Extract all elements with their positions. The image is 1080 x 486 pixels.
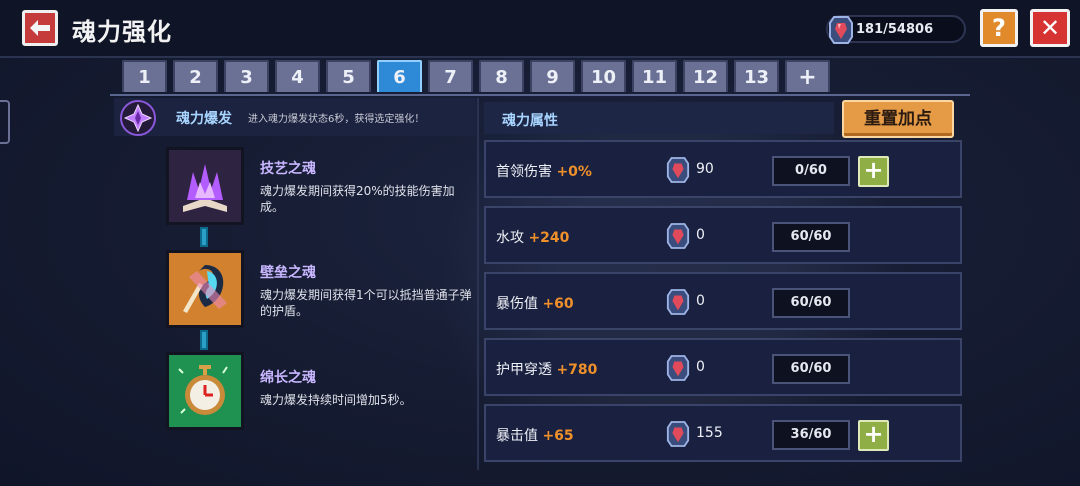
tab-7[interactable]: 7 bbox=[428, 60, 473, 92]
soul-gem-icon bbox=[666, 421, 690, 447]
attribute-name: 首领伤害 bbox=[496, 164, 552, 180]
tab-11[interactable]: 11 bbox=[632, 60, 677, 92]
attribute-name: 暴伤值 bbox=[496, 296, 538, 312]
endurance-soul-icon[interactable] bbox=[166, 352, 244, 430]
attribute-row-crit-rate: 暴击值 +65 155 36/60 + bbox=[484, 404, 962, 462]
soul-gem-icon bbox=[666, 157, 690, 183]
soul-burst-header: 魂力爆发 进入魂力爆发状态6秒，获得选定强化！ bbox=[114, 98, 476, 136]
help-button[interactable]: ? bbox=[980, 9, 1018, 47]
endurance-soul-name: 绵长之魂 bbox=[260, 370, 316, 386]
tab-2[interactable]: 2 bbox=[173, 60, 218, 92]
upgrade-cost: 90 bbox=[696, 161, 714, 177]
tab-13[interactable]: 13 bbox=[734, 60, 779, 92]
back-button[interactable] bbox=[22, 10, 58, 46]
upgrade-cost: 0 bbox=[696, 293, 705, 309]
attribute-level: 0/60 bbox=[772, 156, 850, 186]
attribute-name-wrapper: 护甲穿透 +780 bbox=[496, 359, 597, 379]
tab-8[interactable]: 8 bbox=[479, 60, 524, 92]
attribute-bonus: +240 bbox=[528, 230, 570, 246]
skill-soul-icon[interactable] bbox=[166, 147, 244, 225]
add-point-button[interactable]: + bbox=[858, 156, 889, 187]
attribute-name-wrapper: 暴击值 +65 bbox=[496, 425, 574, 445]
attribute-level: 36/60 bbox=[772, 420, 850, 450]
attribute-bonus: +60 bbox=[542, 296, 574, 312]
attribute-row-armor-penetration: 护甲穿透 +780 0 60/60 bbox=[484, 338, 962, 396]
tab-5[interactable]: 5 bbox=[326, 60, 371, 92]
soul-gem-icon bbox=[666, 355, 690, 381]
close-button[interactable]: ✕ bbox=[1030, 9, 1070, 47]
skill-soul-name: 技艺之魂 bbox=[260, 161, 316, 177]
soul-gem-icon bbox=[829, 16, 853, 44]
soul-burst-title: 魂力爆发 bbox=[176, 111, 232, 127]
attribute-name-wrapper: 水攻 +240 bbox=[496, 227, 569, 247]
soul-attributes-header: 魂力属性 bbox=[484, 102, 834, 134]
attribute-row-crit-damage: 暴伤值 +60 0 60/60 bbox=[484, 272, 962, 330]
soul-currency-value: 181/54806 bbox=[856, 22, 934, 37]
attribute-name: 护甲穿透 bbox=[496, 362, 552, 378]
add-point-button[interactable]: + bbox=[858, 420, 889, 451]
attribute-row-water-attack: 水攻 +240 0 60/60 bbox=[484, 206, 962, 264]
panel-divider bbox=[477, 98, 479, 470]
attribute-level: 60/60 bbox=[772, 222, 850, 252]
attribute-level: 60/60 bbox=[772, 354, 850, 384]
barrier-soul-description: 魂力爆发期间获得1个可以抵挡普通子弹的护盾。 bbox=[260, 288, 472, 318]
soul-currency-display: 181/54806 bbox=[826, 15, 966, 44]
tab-10[interactable]: 10 bbox=[581, 60, 626, 92]
attribute-bonus: +0% bbox=[556, 164, 592, 180]
barrier-soul-name: 壁垒之魂 bbox=[260, 265, 316, 281]
tab-12[interactable]: 12 bbox=[683, 60, 728, 92]
tab-6[interactable]: 6 bbox=[377, 60, 422, 92]
attribute-row-boss-damage: 首领伤害 +0% 90 0/60 + bbox=[484, 140, 962, 198]
tab-4[interactable]: 4 bbox=[275, 60, 320, 92]
endurance-soul-description: 魂力爆发持续时间增加5秒。 bbox=[260, 393, 412, 407]
attribute-bonus: +65 bbox=[542, 428, 574, 444]
attribute-name: 水攻 bbox=[496, 230, 524, 246]
soul-connector bbox=[200, 227, 208, 247]
reset-points-button[interactable]: 重置加点 bbox=[842, 100, 954, 138]
barrier-soul-icon[interactable] bbox=[166, 250, 244, 328]
side-drawer-handle[interactable] bbox=[0, 100, 10, 144]
soul-connector bbox=[200, 330, 208, 350]
upgrade-cost: 155 bbox=[696, 425, 723, 441]
soul-burst-description: 进入魂力爆发状态6秒，获得选定强化！ bbox=[248, 114, 425, 125]
top-bar: 魂力强化 181/54806 ? ✕ bbox=[0, 0, 1080, 58]
soul-gem-icon bbox=[666, 289, 690, 315]
tab-1[interactable]: 1 bbox=[122, 60, 167, 92]
soul-attributes-title: 魂力属性 bbox=[502, 113, 558, 129]
upgrade-cost: 0 bbox=[696, 359, 705, 375]
page-title: 魂力强化 bbox=[72, 18, 172, 46]
back-arrow-icon bbox=[30, 20, 50, 36]
attribute-name: 暴击值 bbox=[496, 428, 538, 444]
attribute-level: 60/60 bbox=[772, 288, 850, 318]
soul-burst-icon bbox=[120, 100, 156, 136]
tab-3[interactable]: 3 bbox=[224, 60, 269, 92]
tab-9[interactable]: 9 bbox=[530, 60, 575, 92]
page-tabs: 1 2 3 4 5 6 7 8 9 10 11 12 13 + bbox=[122, 60, 830, 94]
tab-underline bbox=[110, 94, 970, 96]
attribute-name-wrapper: 首领伤害 +0% bbox=[496, 161, 592, 181]
upgrade-cost: 0 bbox=[696, 227, 705, 243]
soul-gem-icon bbox=[666, 223, 690, 249]
attribute-bonus: +780 bbox=[556, 362, 598, 378]
add-page-tab[interactable]: + bbox=[785, 60, 830, 92]
attribute-name-wrapper: 暴伤值 +60 bbox=[496, 293, 574, 313]
skill-soul-description: 魂力爆发期间获得20%的技能伤害加成。 bbox=[260, 184, 455, 214]
